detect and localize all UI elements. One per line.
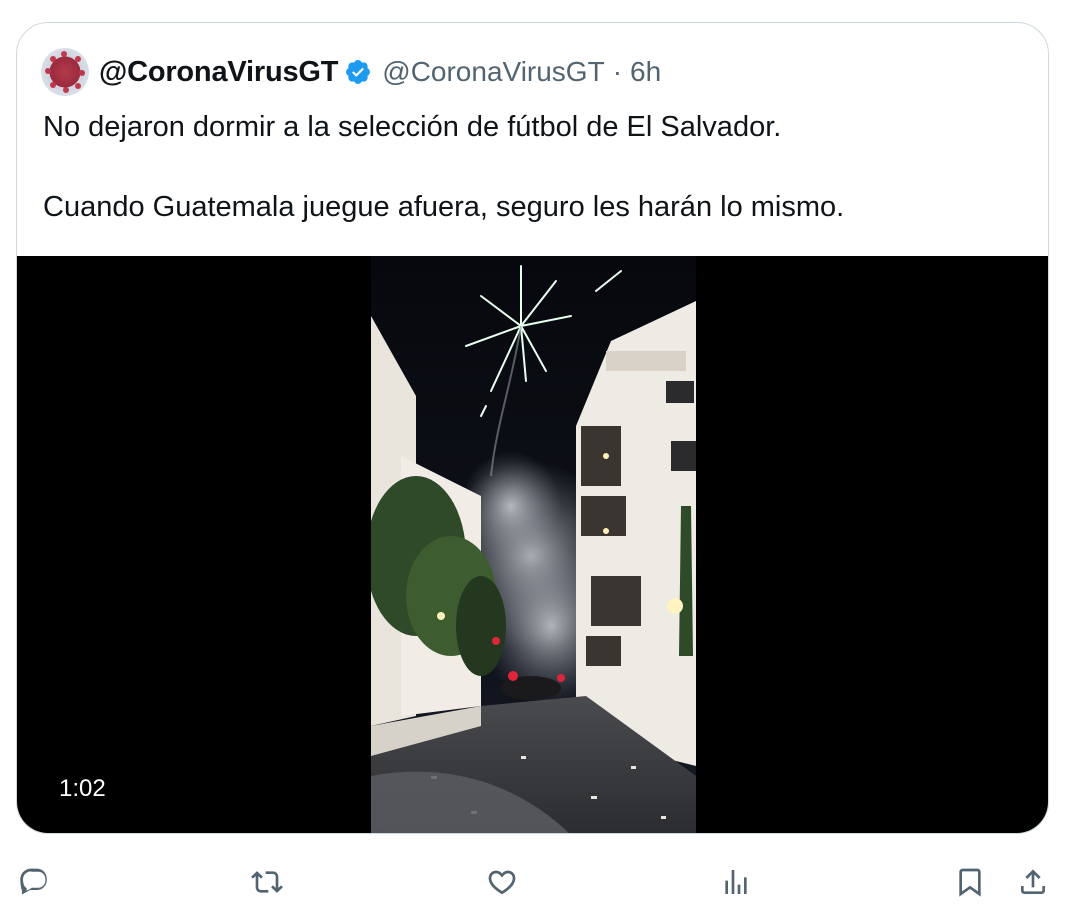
handle[interactable]: @CoronaVirusGT (382, 56, 604, 88)
tweet-text-line: No dejaron dormir a la selección de fútb… (43, 111, 782, 143)
video-scene (371, 256, 696, 833)
tweet-actions (0, 852, 1076, 908)
verified-badge-icon (346, 60, 371, 84)
bookmark-icon (959, 868, 981, 897)
video-player[interactable]: 1:02 (17, 256, 1048, 833)
like-button[interactable] (482, 862, 522, 902)
video-thumbnail[interactable] (371, 256, 696, 833)
timestamp[interactable]: 6h (630, 56, 661, 88)
views-icon (725, 870, 747, 894)
reply-icon (20, 868, 47, 895)
views-button[interactable] (716, 862, 756, 902)
share-button[interactable] (1013, 862, 1053, 902)
separator: · (612, 56, 623, 87)
retweet-icon (251, 871, 283, 893)
tweet-text: No dejaron dormir a la selección de fútb… (43, 107, 1023, 227)
reply-button[interactable] (14, 862, 54, 902)
like-icon (488, 870, 516, 895)
tweet-header: @CoronaVirusGT @CoronaVirusGT · 6h (41, 47, 661, 97)
share-icon (1021, 869, 1045, 894)
tweet-text-line: Cuando Guatemala juegue afuera, seguro l… (43, 191, 845, 223)
retweet-button[interactable] (247, 862, 287, 902)
bookmark-button[interactable] (950, 862, 990, 902)
video-duration: 1:02 (47, 771, 118, 807)
tweet-card[interactable]: @CoronaVirusGT @CoronaVirusGT · 6h No de… (16, 22, 1049, 834)
display-name[interactable]: @CoronaVirusGT (99, 56, 338, 89)
avatar[interactable] (41, 48, 89, 96)
